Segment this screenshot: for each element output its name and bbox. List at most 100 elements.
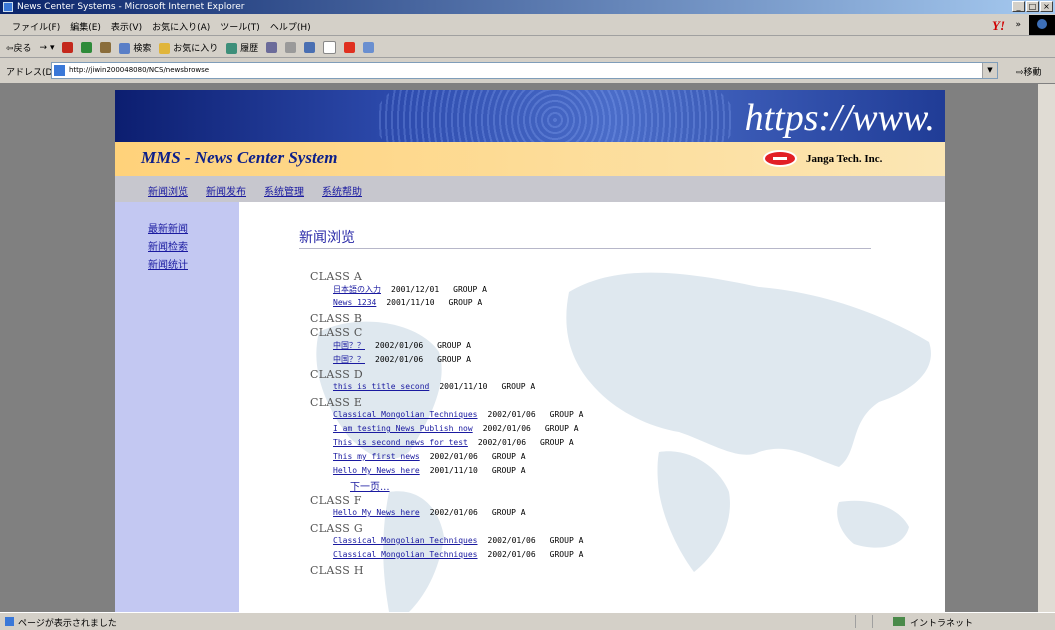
page-done-icon <box>5 617 14 626</box>
news-date: 2002/01/06 <box>477 438 527 447</box>
sidebar-latest-news[interactable]: 最新新闻 <box>148 220 188 235</box>
yahoo-icon[interactable] <box>344 42 356 53</box>
news-title-link[interactable]: Hello My News here <box>333 508 420 517</box>
class-title: CLASS C <box>310 326 363 339</box>
news-date: 2002/01/06 <box>487 410 536 419</box>
favorites-button[interactable]: お気に入り <box>159 41 218 54</box>
nav-news-browse[interactable]: 新闻浏览 <box>148 183 188 198</box>
news-title-link[interactable]: This is second news for test <box>333 438 468 447</box>
news-title-link[interactable]: this is title second <box>333 382 429 391</box>
news-title-link[interactable]: News 1234 <box>333 298 376 307</box>
news-date: 2002/01/06 <box>429 452 478 461</box>
ie-icon <box>3 2 13 12</box>
minimize-button[interactable]: _ <box>1012 1 1025 12</box>
menu-bar: ファイル(F) 編集(E) 表示(V) お気に入り(A) ツール(T) ヘルプ(… <box>0 14 1055 36</box>
chevron-icon[interactable]: » <box>1015 20 1021 30</box>
vertical-scrollbar[interactable] <box>1038 84 1055 612</box>
news-title-link[interactable]: 中国？？ <box>333 355 365 364</box>
sidebar-news-search[interactable]: 新闻检索 <box>148 238 188 253</box>
yahoo-logo[interactable]: Y! <box>992 18 1005 34</box>
news-row: This is second news for test 2002/01/06 GR… <box>310 438 583 452</box>
news-row: 中国？？ 2002/01/06 GROUP A <box>310 340 583 354</box>
status-divider <box>872 615 873 628</box>
home-icon[interactable] <box>100 42 112 53</box>
sidebar: 最新新闻 新闻检索 新闻统计 <box>115 202 239 612</box>
next-page-link[interactable]: 下一页... <box>350 482 390 493</box>
nav-news-publish[interactable]: 新闻发布 <box>206 183 246 198</box>
menu-favorites[interactable]: お気に入り(A) <box>152 20 210 33</box>
address-input[interactable]: http://jiwin200048080/NCS/newsbrowse ▼ <box>51 62 998 79</box>
window-title: News Center Systems - Microsoft Internet… <box>17 2 245 12</box>
address-url[interactable]: http://jiwin200048080/NCS/newsbrowse <box>69 66 209 74</box>
top-nav: 新闻浏览 新闻发布 系统管理 系统帮助 <box>115 176 945 202</box>
news-group: GROUP A <box>540 438 574 447</box>
print-icon[interactable] <box>285 42 297 53</box>
nav-system-help[interactable]: 系统帮助 <box>322 183 362 198</box>
intranet-icon <box>893 617 905 626</box>
maximize-button[interactable]: □ <box>1026 1 1039 12</box>
close-button[interactable]: × <box>1040 1 1053 12</box>
news-group: GROUP A <box>437 341 471 350</box>
news-title-link[interactable]: 中国？？ <box>333 341 365 350</box>
back-button[interactable]: ⇦戻る <box>6 41 32 54</box>
banner-text: https://www. <box>744 97 935 139</box>
forward-icon[interactable]: → ▾ <box>40 43 55 53</box>
menu-view[interactable]: 表示(V) <box>111 20 142 33</box>
class-title: CLASS B <box>310 312 363 325</box>
news-title-link[interactable]: Classical Mongolian Techniques <box>333 536 478 545</box>
news-row: Hello My News here 2001/11/10 GROUP A <box>310 466 583 480</box>
news-group: GROUP A <box>448 298 483 307</box>
menu-help[interactable]: ヘルプ(H) <box>270 20 311 33</box>
news-title-link[interactable]: This my first news <box>333 452 420 461</box>
security-zone: イントラネット <box>910 619 974 629</box>
sidebar-news-stats[interactable]: 新闻统计 <box>148 256 188 271</box>
discuss-icon[interactable] <box>323 41 337 54</box>
news-date: 2001/11/10 <box>386 298 435 307</box>
news-list: CLASS A 日本語の入力 2001/12/01 GROUP A News 123… <box>310 270 583 578</box>
messenger-icon[interactable] <box>363 42 375 53</box>
news-row: Classical Mongolian Techniques 2002/01/06… <box>310 536 583 550</box>
web-page: https://www. MMS - News Center System Ja… <box>115 90 945 612</box>
news-date: 2002/01/06 <box>482 424 531 433</box>
page-heading: 新闻浏览 <box>299 230 355 246</box>
refresh-icon[interactable] <box>81 42 93 53</box>
news-group: GROUP A <box>491 508 526 517</box>
news-row: I am testing News Publish now 2002/01/06 G… <box>310 424 583 438</box>
system-title: MMS - News Center System <box>141 148 338 167</box>
mail-icon[interactable] <box>266 42 278 53</box>
menu-tools[interactable]: ツール(T) <box>220 20 260 33</box>
news-row: 日本語の入力 2001/12/01 GROUP A <box>310 284 583 298</box>
news-title-link[interactable]: Classical Mongolian Techniques <box>333 550 478 559</box>
title-bar: News Center Systems - Microsoft Internet… <box>0 0 1055 14</box>
news-title-link[interactable]: Classical Mongolian Techniques <box>333 410 478 419</box>
news-row: Classical Mongolian Techniques 2002/01/06… <box>310 410 583 424</box>
edit-icon[interactable] <box>304 42 316 53</box>
search-icon <box>119 43 131 54</box>
brand-bar: MMS - News Center System Janga Tech. Inc… <box>115 142 945 176</box>
news-title-link[interactable]: 日本語の入力 <box>333 285 381 294</box>
news-title-link[interactable]: I am testing News Publish now <box>333 424 473 433</box>
menu-file[interactable]: ファイル(F) <box>12 20 60 33</box>
news-row: Hello My News here 2002/01/06 GROUP A <box>310 508 583 522</box>
history-button[interactable]: 履歴 <box>226 41 258 54</box>
class-title: CLASS A <box>310 270 363 283</box>
news-row: This my first news 2002/01/06 GROUP A <box>310 452 583 466</box>
menu-edit[interactable]: 編集(E) <box>70 20 101 33</box>
banner-decoration <box>375 90 735 142</box>
status-message: ページが表示されました <box>18 619 117 629</box>
stop-icon[interactable] <box>62 42 74 53</box>
top-banner: https://www. <box>115 90 945 142</box>
news-group: GROUP A <box>491 452 526 461</box>
news-date: 2001/11/10 <box>429 466 478 475</box>
company-name: Janga Tech. Inc. <box>806 153 883 165</box>
nav-system-admin[interactable]: 系统管理 <box>264 183 304 198</box>
news-date: 2001/12/01 <box>391 285 440 294</box>
class-title: CLASS D <box>310 368 363 381</box>
news-date: 2002/01/06 <box>487 550 536 559</box>
news-group: GROUP A <box>549 536 584 545</box>
dropdown-arrow-icon[interactable]: ▼ <box>982 63 997 78</box>
news-title-link[interactable]: Hello My News here <box>333 466 420 475</box>
go-button[interactable]: ⇨移動 <box>1016 65 1042 78</box>
address-label: アドレス(D) <box>6 68 56 78</box>
search-button[interactable]: 検索 <box>119 41 151 54</box>
